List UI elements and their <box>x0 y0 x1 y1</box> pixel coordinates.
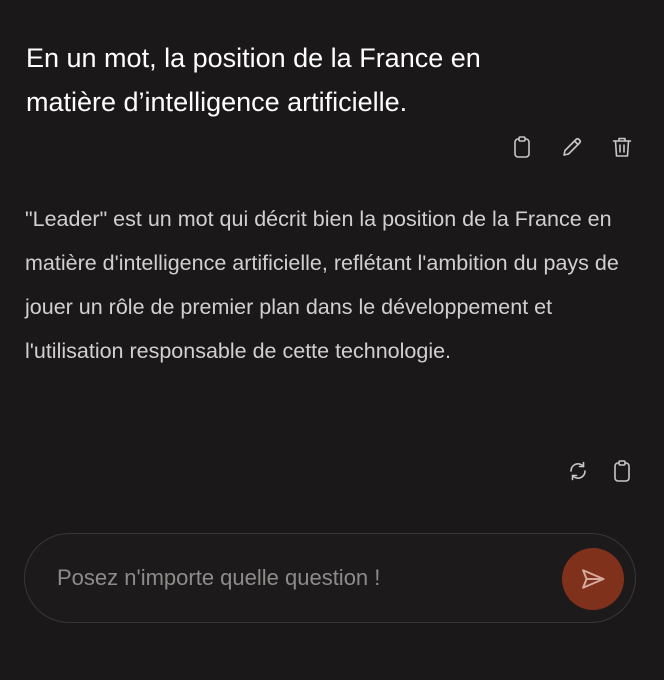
message-actions <box>510 132 634 162</box>
composer <box>24 533 636 623</box>
refresh-icon <box>570 461 586 481</box>
trash-icon <box>612 137 632 157</box>
pencil-icon <box>563 137 582 156</box>
copy-reply-button[interactable] <box>610 456 634 486</box>
send-button[interactable] <box>562 548 624 610</box>
assistant-message: "Leader" est un mot qui décrit bien la p… <box>25 207 619 363</box>
send-icon <box>582 569 605 589</box>
user-message: En un mot, la position de la France en m… <box>26 43 481 117</box>
copy-message-button[interactable] <box>510 132 534 162</box>
clipboard-icon <box>614 460 630 482</box>
reply-actions <box>566 456 634 486</box>
question-input[interactable] <box>57 558 517 598</box>
delete-message-button[interactable] <box>610 132 634 162</box>
edit-message-button[interactable] <box>560 132 584 162</box>
regenerate-button[interactable] <box>566 456 590 486</box>
clipboard-icon <box>514 136 530 158</box>
